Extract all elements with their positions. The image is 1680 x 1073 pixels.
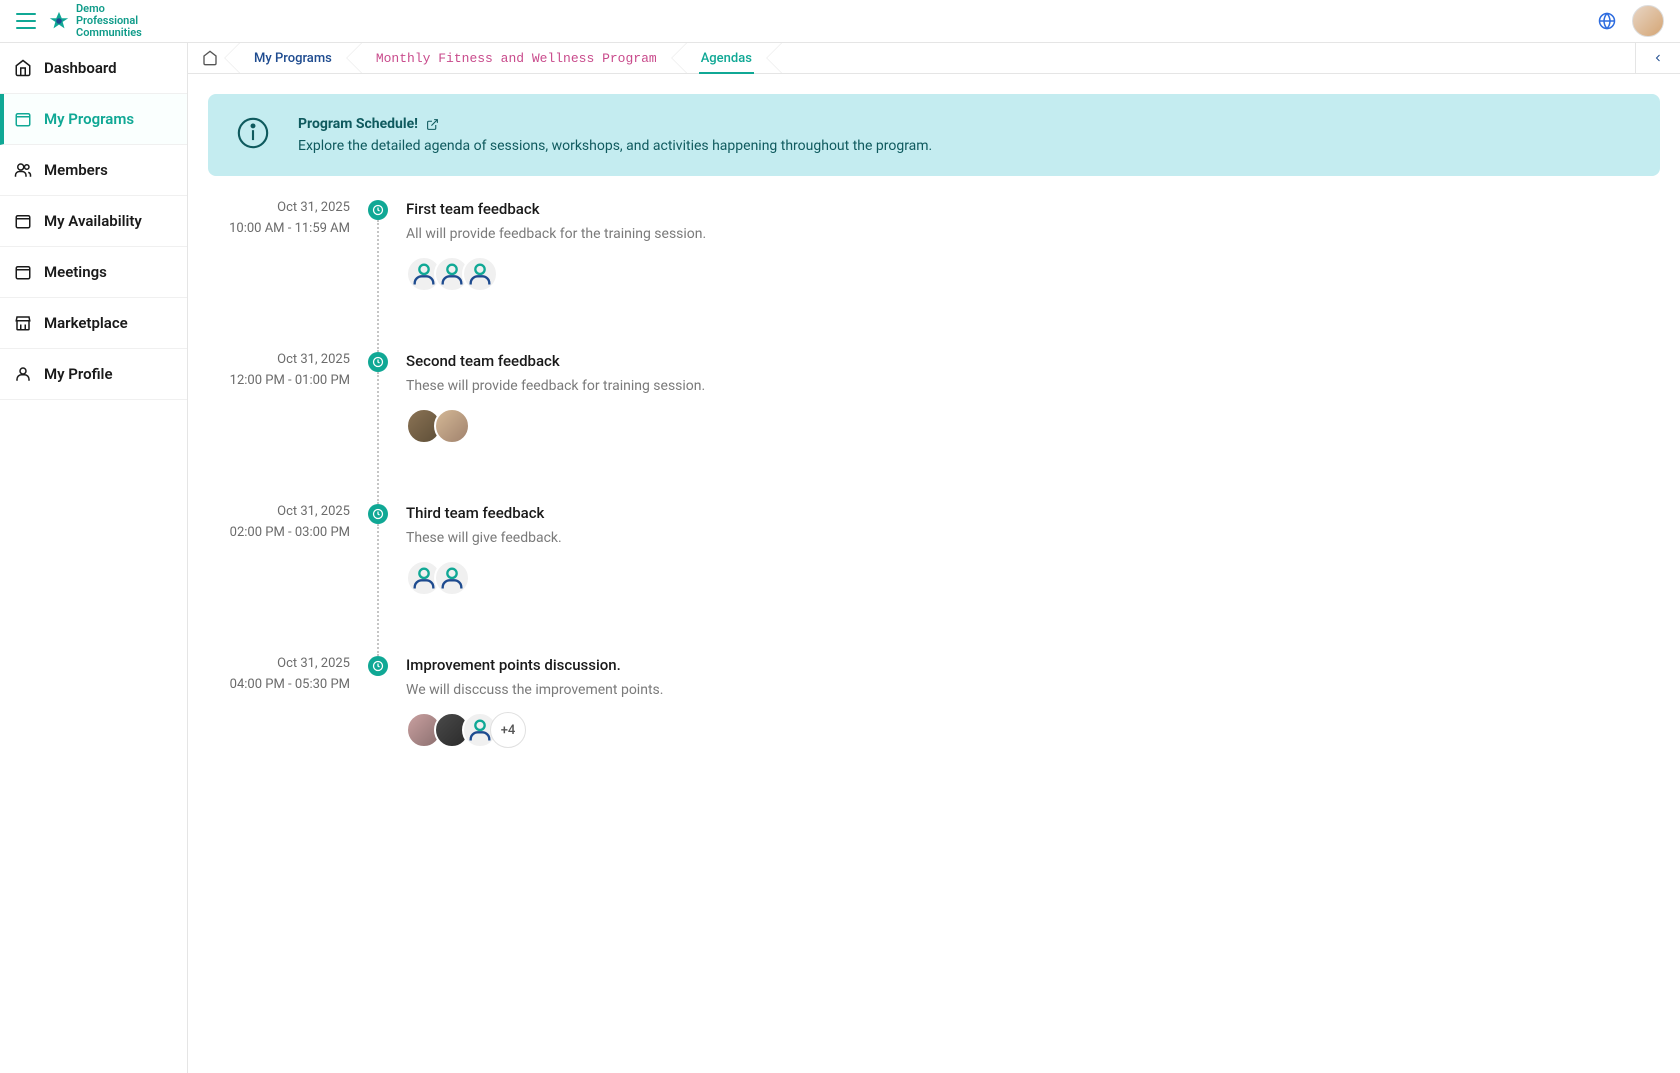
breadcrumb-agendas[interactable]: Agendas (679, 43, 774, 73)
sidebar-item-members[interactable]: Members (0, 145, 187, 196)
agenda-title: Third team feedback (406, 504, 1660, 522)
agenda-desc: These will provide feedback for training… (406, 378, 1660, 394)
user-icon (14, 365, 32, 383)
sidebar-item-my-programs[interactable]: My Programs (0, 94, 187, 145)
agenda-item: Oct 31, 2025 10:00 AM - 11:59 AM First tea… (208, 200, 1660, 292)
agenda-desc: We will disccuss the improvement points. (406, 682, 1660, 698)
shop-icon (14, 314, 32, 332)
sidebar-item-my-profile[interactable]: My Profile (0, 349, 187, 400)
agenda-title: Second team feedback (406, 352, 1660, 370)
timeline-line (377, 220, 379, 352)
agenda-date: Oct 31, 2025 (208, 352, 350, 367)
timeline-marker (368, 504, 388, 524)
timeline-line (377, 524, 379, 656)
agenda-date: Oct 31, 2025 (208, 504, 350, 519)
attendee-avatar[interactable] (462, 256, 498, 292)
user-avatar[interactable] (1632, 5, 1664, 37)
home-icon (202, 50, 218, 66)
breadcrumb-home[interactable] (188, 43, 232, 73)
calendar-icon (14, 212, 32, 230)
breadcrumb-label: My Programs (254, 51, 332, 66)
agenda-item: Oct 31, 2025 04:00 PM - 05:30 PM Improveme… (208, 656, 1660, 748)
attendee-avatar[interactable] (434, 560, 470, 596)
sidebar-item-meetings[interactable]: Meetings (0, 247, 187, 298)
back-icon (1652, 52, 1664, 64)
calendar-icon (14, 263, 32, 281)
calendar-icon (14, 110, 32, 128)
sidebar: Dashboard My Programs Members My Availab… (0, 43, 188, 1073)
attendee-avatar[interactable] (434, 408, 470, 444)
sidebar-item-label: My Programs (44, 110, 134, 128)
agenda-timeline: Oct 31, 2025 10:00 AM - 11:59 AM First tea… (208, 200, 1660, 748)
users-icon (14, 161, 32, 179)
menu-toggle[interactable] (16, 13, 36, 29)
sidebar-item-label: Meetings (44, 263, 107, 281)
sidebar-item-label: Members (44, 161, 108, 179)
home-icon (14, 59, 32, 77)
logo[interactable]: Demo Professional Communities (48, 3, 142, 39)
sidebar-item-marketplace[interactable]: Marketplace (0, 298, 187, 349)
timeline-marker (368, 352, 388, 372)
timeline-line (377, 372, 379, 504)
agenda-time: 02:00 PM - 03:00 PM (208, 525, 350, 540)
sidebar-item-label: My Profile (44, 365, 113, 383)
sidebar-item-label: Marketplace (44, 314, 128, 332)
attendee-more[interactable]: +4 (490, 712, 526, 748)
sidebar-item-label: Dashboard (44, 59, 117, 77)
globe-icon[interactable] (1598, 12, 1616, 30)
sidebar-item-my-availability[interactable]: My Availability (0, 196, 187, 247)
attendee-list (406, 560, 1660, 596)
external-link-icon[interactable] (426, 118, 439, 131)
breadcrumb-my-programs[interactable]: My Programs (232, 43, 354, 73)
sidebar-item-dashboard[interactable]: Dashboard (0, 43, 187, 94)
agenda-date: Oct 31, 2025 (208, 656, 350, 671)
agenda-title: Improvement points discussion. (406, 656, 1660, 674)
info-banner: Program Schedule! Explore the detailed a… (208, 94, 1660, 176)
agenda-desc: All will provide feedback for the traini… (406, 226, 1660, 242)
info-title: Program Schedule! (298, 116, 418, 132)
attendee-list (406, 408, 1660, 444)
agenda-date: Oct 31, 2025 (208, 200, 350, 215)
info-icon (236, 116, 270, 150)
breadcrumb-label: Agendas (701, 51, 752, 66)
timeline-marker (368, 656, 388, 676)
logo-icon (48, 10, 70, 32)
sidebar-item-label: My Availability (44, 212, 142, 230)
logo-text-3: Communities (76, 27, 142, 39)
breadcrumb-program[interactable]: Monthly Fitness and Wellness Program (354, 43, 679, 73)
breadcrumb-label: Monthly Fitness and Wellness Program (376, 51, 657, 66)
timeline-marker (368, 200, 388, 220)
agenda-desc: These will give feedback. (406, 530, 1660, 546)
agenda-item: Oct 31, 2025 02:00 PM - 03:00 PM Third tea… (208, 504, 1660, 596)
agenda-title: First team feedback (406, 200, 1660, 218)
agenda-time: 10:00 AM - 11:59 AM (208, 221, 350, 236)
breadcrumb: My Programs Monthly Fitness and Wellness… (188, 43, 1680, 74)
attendee-list (406, 256, 1660, 292)
agenda-item: Oct 31, 2025 12:00 PM - 01:00 PM Second te… (208, 352, 1660, 444)
info-desc: Explore the detailed agenda of sessions,… (298, 138, 932, 154)
breadcrumb-back[interactable] (1635, 43, 1680, 73)
agenda-time: 04:00 PM - 05:30 PM (208, 677, 350, 692)
attendee-list: +4 (406, 712, 1660, 748)
agenda-time: 12:00 PM - 01:00 PM (208, 373, 350, 388)
